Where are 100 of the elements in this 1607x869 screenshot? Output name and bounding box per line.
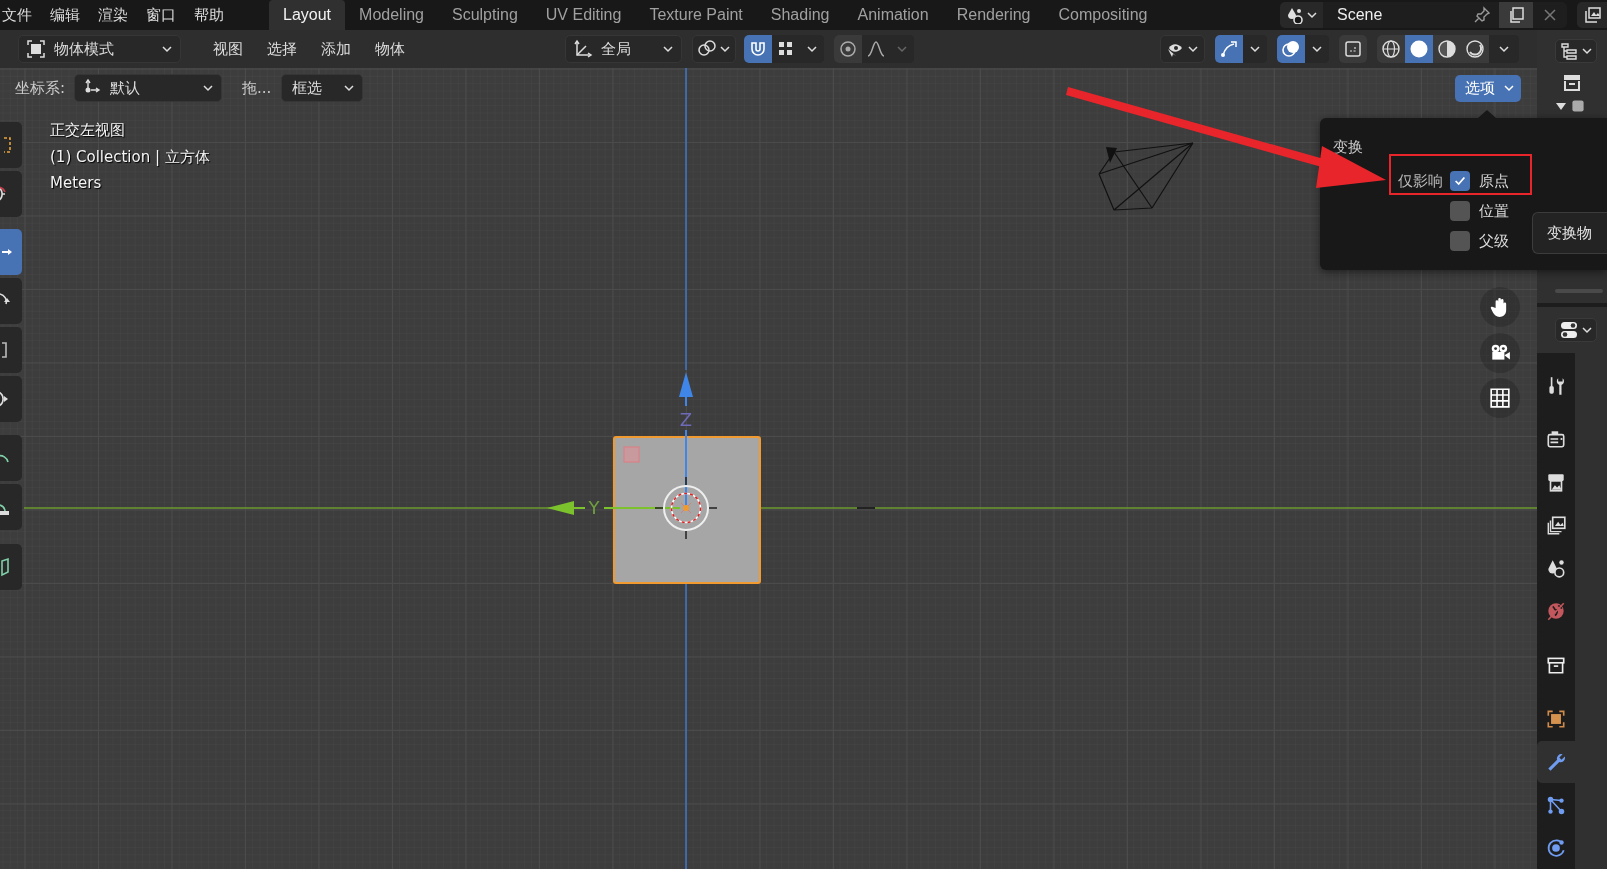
workspace-tab[interactable]: Compositing: [1044, 0, 1162, 30]
scene-field[interactable]: Scene: [1323, 2, 1465, 28]
workspace-tab[interactable]: Animation: [843, 0, 943, 30]
visibility-dropdown[interactable]: [1160, 35, 1205, 63]
tool-button[interactable]: [0, 327, 22, 373]
menu-item[interactable]: 窗口: [137, 0, 185, 30]
light-marker: [623, 446, 640, 463]
caret-icon: [719, 43, 731, 55]
orthographic-toggle-button[interactable]: [1480, 378, 1520, 418]
caret-icon: [806, 43, 818, 55]
half-sphere-icon: [1437, 39, 1457, 59]
hierarchy-icon: [1559, 41, 1579, 61]
checkbox-label: 原点: [1479, 171, 1509, 191]
proportional-editing-toggle[interactable]: [834, 35, 862, 63]
caret-icon: [1249, 43, 1261, 55]
gizmo-toggle[interactable]: [1215, 35, 1243, 63]
viewport-info-text: 正交左视图: [50, 120, 126, 141]
viewport-info-text: Meters: [50, 173, 103, 194]
axis-label: Y: [588, 497, 600, 518]
wireframe-sphere-icon: [1381, 39, 1401, 59]
menu-item[interactable]: 视图: [201, 34, 255, 64]
workspace-tab[interactable]: Modeling: [345, 0, 438, 30]
shading-mode-button[interactable]: [1405, 35, 1433, 63]
caret-icon: [1581, 45, 1593, 57]
workspace-tab[interactable]: Shading: [756, 0, 844, 30]
solid-sphere-icon: [1409, 39, 1429, 59]
shading-mode-button[interactable]: [1377, 35, 1405, 63]
pivot-icon: [697, 39, 717, 59]
snap-toggle[interactable]: [744, 35, 772, 63]
pin-button[interactable]: [1465, 2, 1499, 28]
viewport-info-text: (1) Collection | 立方体: [50, 146, 210, 168]
camera-view-button[interactable]: [1480, 333, 1520, 373]
orbit-icon: [1545, 837, 1567, 859]
workspace-tab[interactable]: Layout: [269, 0, 346, 30]
drag-dropdown[interactable]: 框选: [281, 74, 364, 102]
tool-button[interactable]: [0, 171, 22, 217]
scene-type-button[interactable]: [1280, 2, 1323, 28]
workspace-tab[interactable]: Texture Paint: [635, 0, 757, 30]
tool-button[interactable]: [0, 122, 22, 168]
globe-icon: [1545, 600, 1567, 622]
caret-icon: [1187, 43, 1199, 55]
caret-icon: [1306, 9, 1318, 21]
orientation-dropdown[interactable]: 全局: [565, 35, 682, 63]
caret-icon: [896, 43, 908, 55]
axis-label: Z: [679, 409, 693, 430]
grid-icon: [1489, 387, 1511, 409]
menu-item[interactable]: 添加: [309, 34, 363, 64]
menu-item[interactable]: 物体: [363, 34, 417, 64]
tool-button[interactable]: [0, 376, 22, 422]
checkbox-label: 父级: [1479, 231, 1509, 251]
workspace-tab[interactable]: Rendering: [942, 0, 1045, 30]
editor-type-dropdown[interactable]: [1555, 317, 1597, 342]
expand-arrow-icon: [1555, 101, 1567, 111]
tool-button[interactable]: [0, 544, 22, 590]
workspace-tab[interactable]: UV Editing: [531, 0, 636, 30]
tooltip: 变换物: [1532, 212, 1607, 254]
popup-pointer: [1478, 110, 1496, 118]
view-layer-button[interactable]: [1577, 2, 1607, 28]
drop-circle-icon: [1545, 557, 1567, 579]
checkbox[interactable]: [1450, 201, 1470, 221]
scrollbar[interactable]: [1555, 288, 1603, 293]
options-button[interactable]: 选项: [1455, 74, 1521, 102]
tool-button[interactable]: [0, 278, 22, 324]
pan-button[interactable]: [1480, 287, 1520, 327]
menu-item[interactable]: 选择: [255, 34, 309, 64]
new-scene-button[interactable]: [1499, 2, 1533, 28]
falloff-curve-icon: [866, 39, 886, 59]
menu-item[interactable]: 编辑: [41, 0, 89, 30]
shading-mode-button[interactable]: [1433, 35, 1461, 63]
display-mode-dropdown[interactable]: [1555, 39, 1597, 63]
xray-toggle[interactable]: [1339, 35, 1367, 63]
orientation-dropdown[interactable]: 默认: [74, 74, 223, 102]
menu-item[interactable]: 帮助: [185, 0, 233, 30]
cube-icon: [0, 557, 12, 577]
shading-mode-button[interactable]: [1461, 35, 1489, 63]
transform-gizmo: [654, 476, 718, 540]
mode-dropdown[interactable]: 物体模式: [18, 35, 181, 63]
field-label: 拖...: [242, 78, 272, 98]
object-square-icon: [1545, 708, 1567, 730]
menu-item[interactable]: 文件: [0, 0, 41, 30]
printer-icon: [1545, 471, 1567, 493]
checkbox[interactable]: [1450, 231, 1470, 251]
gizmo-arrow-icon: [1219, 39, 1239, 59]
nodes-icon: [1545, 794, 1567, 816]
camera-back-icon: [1545, 428, 1567, 450]
axis-tick: [856, 507, 876, 509]
copy-icon: [1507, 6, 1525, 24]
close-button[interactable]: [1533, 2, 1567, 28]
pivot-dropdown[interactable]: [692, 35, 736, 63]
object-mode-icon: [26, 39, 46, 59]
checkbox[interactable]: [1450, 171, 1470, 191]
check-icon: [1453, 174, 1467, 188]
section-title: 变换: [1333, 138, 1364, 157]
overlay-toggle[interactable]: [1277, 35, 1305, 63]
workspace-tab[interactable]: Sculpting: [438, 0, 532, 30]
menu-item[interactable]: 渲染: [89, 0, 137, 30]
tool-button[interactable]: [0, 484, 22, 530]
overlay-circles-icon: [1281, 39, 1301, 59]
image-stack-icon: [1583, 6, 1601, 24]
checkbox-label: 位置: [1479, 201, 1509, 221]
